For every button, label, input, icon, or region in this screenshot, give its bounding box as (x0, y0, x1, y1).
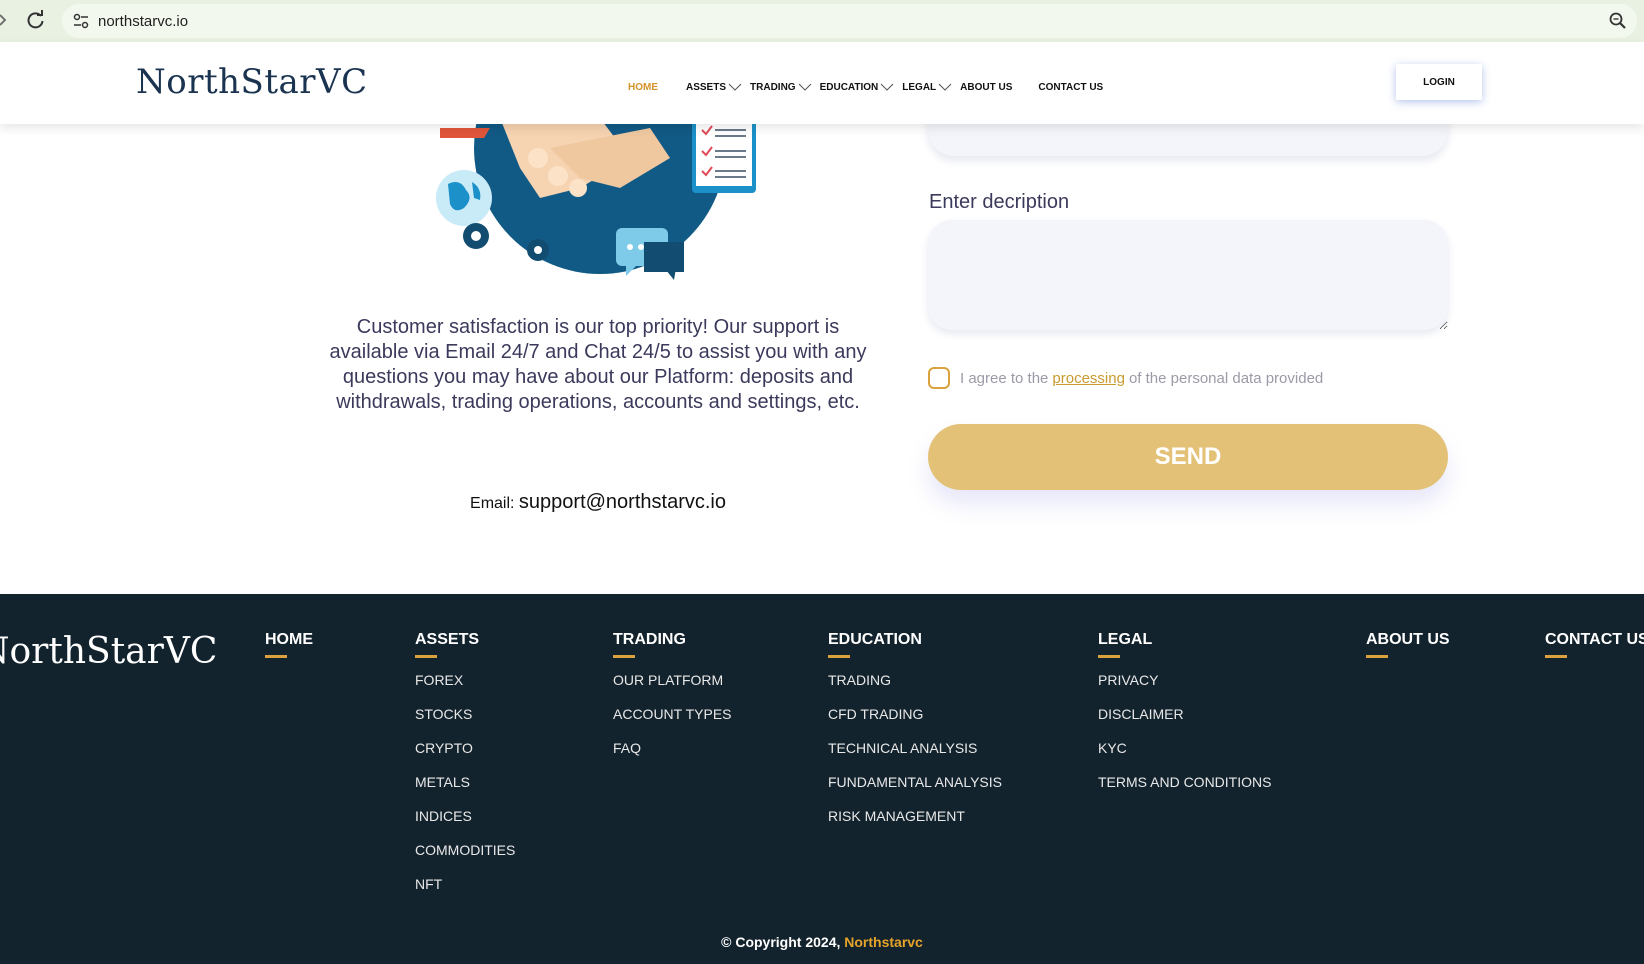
login-button[interactable]: LOGIN (1396, 64, 1482, 100)
footer-heading-about[interactable]: ABOUT US (1366, 631, 1450, 649)
footer-link-kyc[interactable]: KYC (1098, 740, 1271, 774)
footer-link-fundamental-analysis[interactable]: FUNDAMENTAL ANALYSIS (828, 774, 1002, 808)
chevron-down-icon (728, 83, 742, 91)
nav-about[interactable]: ABOUT US (960, 82, 1012, 93)
footer-link-faq[interactable]: FAQ (613, 740, 732, 774)
chevron-down-icon (938, 83, 952, 91)
nav-assets-label: ASSETS (686, 81, 727, 93)
description-label: Enter decription (929, 191, 1070, 213)
nav-home[interactable]: HOME (628, 82, 658, 93)
support-email-link[interactable]: support@northstarvc.io (519, 491, 726, 513)
footer-heading-education[interactable]: EDUCATION (828, 631, 1002, 649)
footer-link-cfd-trading[interactable]: CFD TRADING (828, 706, 1002, 740)
footer-col-home: HOME (265, 631, 313, 672)
footer-col-contact: CONTACT US (1545, 631, 1644, 672)
footer-link-terms[interactable]: TERMS AND CONDITIONS (1098, 774, 1271, 808)
heading-underline (1098, 655, 1120, 658)
heading-underline (613, 655, 635, 658)
copyright-text: © Copyright 2024, (721, 934, 841, 950)
processing-link[interactable]: processing (1052, 370, 1125, 387)
footer-link-trading[interactable]: TRADING (828, 672, 1002, 706)
footer-link-privacy[interactable]: PRIVACY (1098, 672, 1271, 706)
consent-checkbox[interactable] (928, 367, 950, 389)
footer-col-assets: ASSETS FOREX STOCKS CRYPTO METALS INDICE… (415, 631, 515, 910)
footer-col-education: EDUCATION TRADING CFD TRADING TECHNICAL … (828, 631, 1002, 842)
nav-legal-label: LEGAL (902, 81, 937, 93)
footer-link-technical-analysis[interactable]: TECHNICAL ANALYSIS (828, 740, 1002, 774)
footer-col-trading: TRADING OUR PLATFORM ACCOUNT TYPES FAQ (613, 631, 732, 774)
heading-underline (415, 655, 437, 658)
description-textarea[interactable] (928, 220, 1448, 330)
send-button[interactable]: SEND (928, 424, 1448, 490)
consent-prefix: I agree to the (960, 369, 1049, 387)
site-footer: NorthStarVC HOME ASSETS FOREX STOCKS CRY… (0, 594, 1644, 964)
footer-col-legal: LEGAL PRIVACY DISCLAIMER KYC TERMS AND C… (1098, 631, 1271, 808)
chevron-down-icon (798, 83, 811, 91)
footer-link-account-types[interactable]: ACCOUNT TYPES (613, 706, 732, 740)
support-email-line: Email: support@northstarvc.io (325, 491, 871, 514)
footer-link-stocks[interactable]: STOCKS (415, 706, 515, 740)
main-nav: HOME ASSETS TRADING EDUCATION LEGAL ABOU… (628, 79, 1111, 95)
footer-link-commodities[interactable]: COMMODITIES (415, 842, 515, 876)
footer-heading-assets[interactable]: ASSETS (415, 631, 515, 649)
nav-education-label: EDUCATION (819, 81, 879, 93)
support-illustration (436, 118, 756, 280)
footer-link-nft[interactable]: NFT (415, 876, 515, 910)
footer-heading-home[interactable]: HOME (265, 631, 313, 649)
footer-link-risk-management[interactable]: RISK MANAGEMENT (828, 808, 1002, 842)
copyright-brand-link[interactable]: Northstarvc (844, 934, 923, 950)
heading-underline (1545, 655, 1567, 658)
footer-link-indices[interactable]: INDICES (415, 808, 515, 842)
site-info-icon[interactable] (70, 10, 92, 32)
heading-underline (265, 655, 287, 658)
nav-legal[interactable]: LEGAL (902, 82, 952, 93)
consent-suffix: of the personal data provided (1128, 369, 1324, 387)
footer-heading-legal[interactable]: LEGAL (1098, 631, 1271, 649)
site-header: NorthStarVC HOME ASSETS TRADING EDUCATIO… (0, 42, 1644, 124)
address-bar[interactable]: northstarvc.io (62, 4, 1637, 38)
nav-assets[interactable]: ASSETS (686, 82, 742, 93)
footer-link-our-platform[interactable]: OUR PLATFORM (613, 672, 732, 706)
heading-underline (828, 655, 850, 658)
footer-link-metals[interactable]: METALS (415, 774, 515, 808)
footer-link-crypto[interactable]: CRYPTO (415, 740, 515, 774)
footer-heading-contact[interactable]: CONTACT US (1545, 631, 1644, 649)
footer-logo[interactable]: NorthStarVC (0, 631, 217, 672)
support-description: Customer satisfaction is our top priorit… (329, 316, 867, 413)
chevron-down-icon (880, 83, 894, 91)
footer-link-disclaimer[interactable]: DISCLAIMER (1098, 706, 1271, 740)
copyright: © Copyright 2024, Northstarvc (0, 934, 1644, 950)
footer-col-about: ABOUT US (1366, 631, 1450, 672)
email-label: Email: (470, 495, 515, 512)
consent-row: I agree to the processing of the persona… (928, 366, 1323, 390)
reload-icon[interactable] (24, 8, 48, 32)
url-text: northstarvc.io (98, 13, 189, 30)
footer-heading-trading[interactable]: TRADING (613, 631, 732, 649)
site-logo[interactable]: NorthStarVC (136, 62, 368, 102)
forward-icon[interactable] (0, 9, 8, 31)
nav-contact[interactable]: CONTACT US (1038, 82, 1103, 93)
nav-trading[interactable]: TRADING (750, 82, 812, 93)
browser-toolbar: northstarvc.io (0, 0, 1644, 42)
nav-trading-label: TRADING (750, 81, 796, 93)
nav-education[interactable]: EDUCATION (820, 82, 895, 93)
footer-link-forex[interactable]: FOREX (415, 672, 515, 706)
zoom-icon[interactable] (1607, 10, 1629, 32)
logo-text: NorthStarVC (136, 62, 368, 102)
heading-underline (1366, 655, 1388, 658)
